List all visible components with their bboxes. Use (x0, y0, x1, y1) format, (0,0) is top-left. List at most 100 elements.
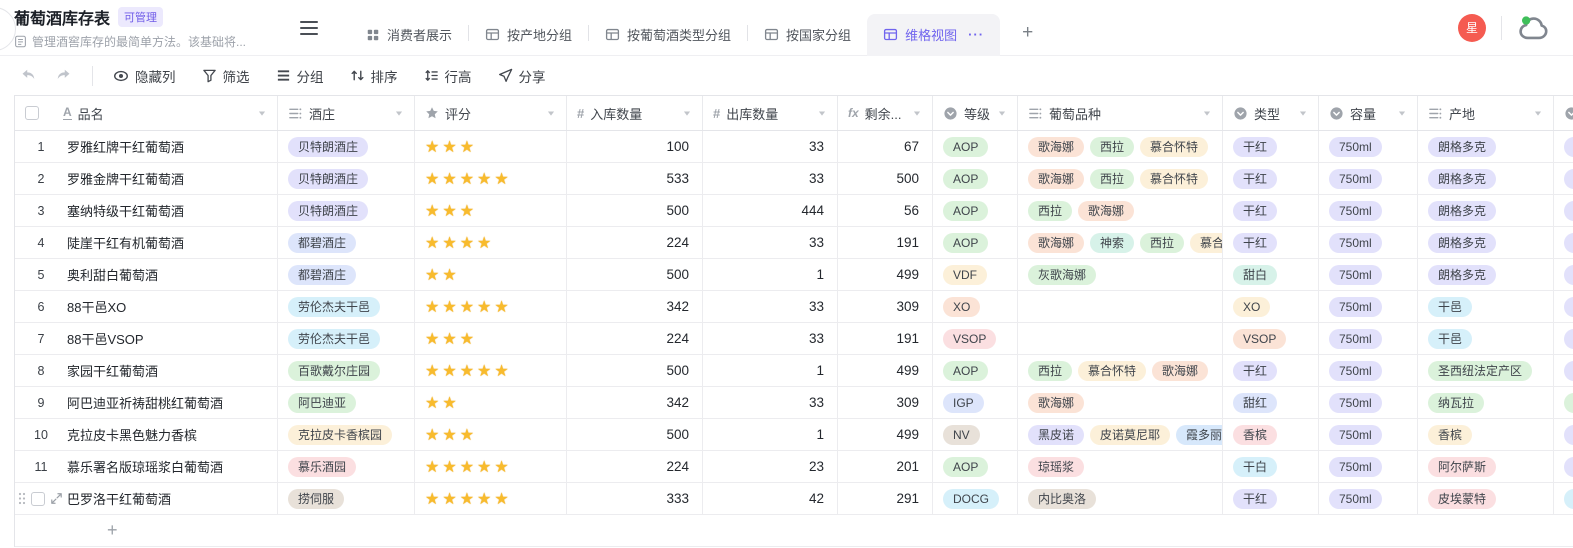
cell-volume[interactable]: 750ml (1319, 195, 1418, 226)
cell-grade[interactable]: AOP (933, 163, 1018, 194)
avatar[interactable]: 星 (1458, 14, 1486, 42)
cell-remain[interactable]: 499 (838, 259, 933, 290)
chevron-down-icon[interactable] (542, 109, 556, 118)
cell-rating[interactable]: ★★★★★ (415, 291, 567, 322)
cell-country[interactable] (1554, 259, 1573, 290)
cell-grade[interactable]: AOP (933, 451, 1018, 482)
cell-qty_out[interactable]: 33 (703, 323, 838, 354)
column-header-winery[interactable]: 酒庄 (278, 96, 415, 130)
cell-grapes[interactable]: 内比奥洛 (1018, 483, 1223, 514)
cell-volume[interactable]: 750ml (1319, 259, 1418, 290)
cell-remain[interactable]: 201 (838, 451, 933, 482)
cell-origin[interactable]: 纳瓦拉 (1418, 387, 1554, 418)
cell-volume[interactable]: 750ml (1319, 323, 1418, 354)
cell-qty_in[interactable]: 342 (567, 387, 703, 418)
toolbar-eye-button[interactable]: 隐藏列 (113, 66, 176, 86)
column-header-type[interactable]: 类型 (1223, 96, 1319, 130)
cell-qty_out[interactable]: 42 (703, 483, 838, 514)
cell-country[interactable] (1554, 419, 1573, 450)
cell-name[interactable]: 3塞纳特级干红葡萄酒 (15, 195, 278, 226)
cell-grapes[interactable]: 黑皮诺皮诺莫尼耶霞多丽 (1018, 419, 1223, 450)
cell-name[interactable]: 788干邑VSOP (15, 323, 278, 354)
cell-rating[interactable]: ★★★ (415, 419, 567, 450)
cell-winery[interactable]: 克拉皮卡香槟园 (278, 419, 415, 450)
cell-qty_in[interactable]: 500 (567, 419, 703, 450)
cell-grade[interactable]: AOP (933, 131, 1018, 162)
cell-qty_in[interactable]: 333 (567, 483, 703, 514)
cell-qty_in[interactable]: 533 (567, 163, 703, 194)
cell-country[interactable] (1554, 387, 1573, 418)
add-view-button[interactable]: + (1016, 22, 1039, 44)
cell-remain[interactable]: 309 (838, 387, 933, 418)
cell-qty_in[interactable]: 500 (567, 355, 703, 386)
cell-country[interactable] (1554, 451, 1573, 482)
chevron-down-icon[interactable] (1529, 109, 1543, 118)
cell-rating[interactable]: ★★★★★ (415, 451, 567, 482)
chevron-down-icon[interactable] (678, 109, 692, 118)
cell-name[interactable]: 8家园干红葡萄酒 (15, 355, 278, 386)
column-header-qty_out[interactable]: #出库数量 (703, 96, 838, 130)
column-header-grade[interactable]: 等级 (933, 96, 1018, 130)
view-tab-3[interactable]: 按葡萄酒类型分组 (589, 14, 747, 56)
cell-country[interactable] (1554, 131, 1573, 162)
expand-record-icon[interactable] (50, 492, 63, 505)
cell-grapes[interactable]: 歌海娜 (1018, 387, 1223, 418)
redo-button[interactable] (55, 67, 72, 84)
column-header-country[interactable] (1554, 96, 1573, 130)
cell-winery[interactable]: 贝特朗酒庄 (278, 131, 415, 162)
cell-qty_out[interactable]: 33 (703, 163, 838, 194)
cell-country[interactable] (1554, 227, 1573, 258)
tab-more-icon[interactable]: ··· (968, 27, 984, 42)
cell-grapes[interactable]: 歌海娜西拉慕合怀特 (1018, 131, 1223, 162)
cell-qty_out[interactable]: 1 (703, 355, 838, 386)
cell-grade[interactable]: AOP (933, 227, 1018, 258)
chevron-down-icon[interactable] (390, 109, 404, 118)
cell-origin[interactable]: 朗格多克 (1418, 259, 1554, 290)
cell-qty_out[interactable]: 33 (703, 227, 838, 258)
cell-rating[interactable]: ★★★★★ (415, 355, 567, 386)
row-checkbox[interactable] (31, 492, 45, 506)
cell-remain[interactable]: 291 (838, 483, 933, 514)
cell-country[interactable] (1554, 163, 1573, 194)
cell-type[interactable]: VSOP (1223, 323, 1319, 354)
cell-rating[interactable]: ★★ (415, 387, 567, 418)
cell-origin[interactable]: 香槟 (1418, 419, 1554, 450)
cell-grapes[interactable]: 歌海娜西拉慕合怀特 (1018, 163, 1223, 194)
cell-name[interactable]: 2罗雅金牌干红葡萄酒 (15, 163, 278, 194)
undo-button[interactable] (20, 67, 37, 84)
cell-qty_in[interactable]: 224 (567, 227, 703, 258)
cell-volume[interactable]: 750ml (1319, 131, 1418, 162)
cell-winery[interactable]: 阿巴迪亚 (278, 387, 415, 418)
cell-grade[interactable]: DOCG (933, 483, 1018, 514)
select-all-checkbox[interactable] (25, 106, 39, 120)
view-tab-4[interactable]: 按国家分组 (748, 14, 867, 56)
cell-type[interactable]: 干红 (1223, 355, 1319, 386)
cell-winery[interactable]: 百歌戴尔庄园 (278, 355, 415, 386)
cell-qty_out[interactable]: 33 (703, 131, 838, 162)
column-header-volume[interactable]: 容量 (1319, 96, 1418, 130)
cell-rating[interactable]: ★★★★★ (415, 483, 567, 514)
cell-origin[interactable]: 干邑 (1418, 291, 1554, 322)
view-tab-1[interactable]: 消费者展示 (350, 14, 468, 56)
cell-winery[interactable]: 捞伺服 (278, 483, 415, 514)
cell-origin[interactable]: 圣西纽法定产区 (1418, 355, 1554, 386)
cell-winery[interactable]: 贝特朗酒庄 (278, 163, 415, 194)
drag-handle-icon[interactable] (18, 492, 26, 505)
cell-origin[interactable]: 朗格多克 (1418, 163, 1554, 194)
sync-cloud-icon[interactable] (1517, 14, 1553, 42)
cell-type[interactable]: 干白 (1223, 451, 1319, 482)
cell-volume[interactable]: 750ml (1319, 483, 1418, 514)
cell-type[interactable]: 干红 (1223, 163, 1319, 194)
cell-qty_in[interactable]: 224 (567, 451, 703, 482)
cell-rating[interactable]: ★★★ (415, 323, 567, 354)
column-header-qty_in[interactable]: #入库数量 (567, 96, 703, 130)
cell-volume[interactable]: 750ml (1319, 451, 1418, 482)
cell-grapes[interactable] (1018, 323, 1223, 354)
cell-type[interactable]: XO (1223, 291, 1319, 322)
cell-rating[interactable]: ★★ (415, 259, 567, 290)
cell-grade[interactable]: NV (933, 419, 1018, 450)
chevron-down-icon[interactable] (1198, 109, 1212, 118)
cell-winery[interactable]: 都碧酒庄 (278, 259, 415, 290)
cell-winery[interactable]: 劳伦杰夫干邑 (278, 291, 415, 322)
cell-grade[interactable]: VDF (933, 259, 1018, 290)
